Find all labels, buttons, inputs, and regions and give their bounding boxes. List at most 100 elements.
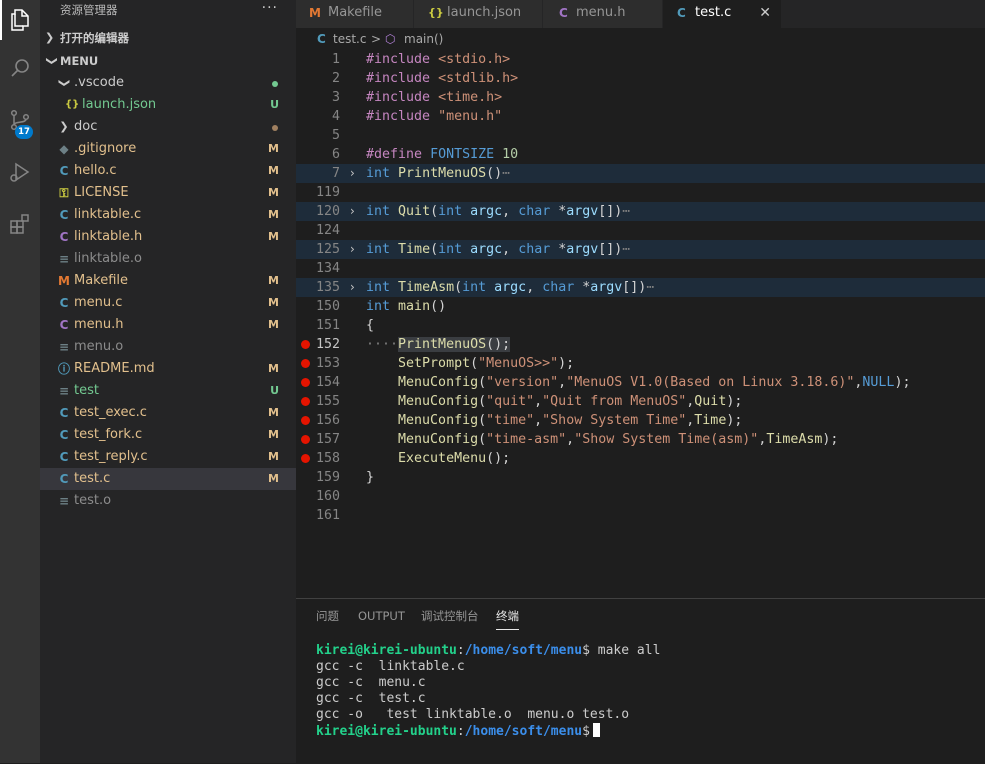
code-line: 135 › int TimeAsm(int argc, char *argv[])⋯ — [296, 278, 985, 297]
code-line: 134 — [296, 259, 985, 278]
tree-item[interactable]: ≡ test U — [40, 380, 296, 402]
git-status-badge: M — [268, 450, 279, 463]
breadcrumb-symbol[interactable]: main() — [404, 28, 443, 50]
code-line: 7 › int PrintMenuOS()⋯ — [296, 164, 985, 183]
code-line: 124 — [296, 221, 985, 240]
c-file-icon: C — [59, 208, 69, 222]
c-file-icon: C — [59, 318, 69, 332]
close-icon[interactable]: ✕ — [759, 2, 771, 24]
tree-item[interactable]: ⓘ README.md M — [40, 358, 296, 380]
tree-item[interactable]: Ctest_fork.c M — [40, 424, 296, 446]
tab-problems[interactable]: 问题 — [316, 599, 339, 633]
git-status-badge: U — [270, 98, 279, 111]
tree-item-label: Makefile — [74, 273, 129, 288]
terminal[interactable]: kirei@kirei-ubuntu:/home/soft/menu$ make… — [316, 643, 660, 739]
tab-terminal[interactable]: 终端 — [496, 599, 519, 633]
chevron-right-icon: ❯ — [59, 120, 69, 133]
code-line: 120 › int Quit(int argc, char *argv[])⋯ — [296, 202, 985, 221]
run-debug-icon[interactable] — [0, 152, 40, 192]
tree-item[interactable]: Ctest_exec.c M — [40, 402, 296, 424]
tree-item[interactable]: ❯ .vscode — [40, 72, 296, 94]
info-icon: ⓘ — [57, 362, 70, 376]
json-icon: {} — [65, 99, 80, 110]
c-file-icon: C — [59, 406, 69, 420]
code-line: 154 MenuConfig("version","MenuOS V1.0(Ba… — [296, 373, 985, 392]
code-line: 156 MenuConfig("time","Show System Time"… — [296, 411, 985, 430]
tree-item-label: linktable.h — [74, 229, 143, 244]
explorer-sidebar: 资源管理器 ··· ❯ 打开的编辑器 ❯ MENU ❯ .vscode{} laun… — [40, 0, 296, 763]
license-icon: ⚿ — [59, 186, 69, 200]
tab-output[interactable]: OUTPUT — [358, 599, 405, 633]
tree-item[interactable]: Ctest_reply.c M — [40, 446, 296, 468]
workspace-section[interactable]: ❯ MENU — [40, 50, 296, 72]
tree-item-label: test_exec.c — [74, 405, 147, 420]
tree-item[interactable]: Ctest.c M — [40, 468, 296, 490]
line-number: 119 — [315, 185, 340, 200]
open-editors-section[interactable]: ❯ 打开的编辑器 — [40, 27, 296, 49]
tree-item[interactable]: ≡ linktable.o — [40, 248, 296, 270]
tab-launch-json[interactable]: {} launch.json — [414, 0, 543, 28]
extensions-icon[interactable] — [0, 204, 40, 244]
fold-chevron-icon[interactable]: › — [350, 278, 355, 297]
tree-item-label: hello.c — [74, 163, 117, 178]
code-text: int main() — [366, 299, 447, 314]
tree-item[interactable]: ≡ menu.o — [40, 336, 296, 358]
code-line: 160 — [296, 487, 985, 506]
tree-item[interactable]: Cmenu.h M — [40, 314, 296, 336]
terminal-output-line: gcc -c linktable.c — [316, 659, 465, 674]
tree-item-label: test_fork.c — [74, 427, 143, 442]
tree-item-label: linktable.o — [74, 251, 143, 266]
terminal-prompt-line: kirei@kirei-ubuntu:/home/soft/menu$ make… — [316, 643, 661, 658]
tab-label: launch.json — [447, 5, 522, 20]
tree-item[interactable]: Cmenu.c M — [40, 292, 296, 314]
breadcrumb-separator: > — [371, 32, 382, 46]
tree-item-label: test.o — [74, 493, 112, 508]
tree-item-label: test.c — [74, 471, 111, 486]
code-line: 151 { — [296, 316, 985, 335]
tree-item[interactable]: ❯ doc — [40, 116, 296, 138]
tree-item[interactable]: {} launch.json U — [40, 94, 296, 116]
code-editor[interactable]: 1 #include <stdio.h> 2 #include <stdlib.h> 3… — [296, 50, 985, 598]
fold-chevron-icon[interactable]: › — [350, 202, 355, 221]
more-actions-icon[interactable]: ··· — [262, 0, 278, 20]
tree-item-label: .vscode — [74, 75, 124, 90]
tree-item-label: test — [74, 383, 99, 398]
fold-chevron-icon[interactable]: › — [350, 164, 355, 183]
tab-debug-console[interactable]: 调试控制台 — [421, 599, 479, 633]
line-number: 124 — [315, 223, 340, 238]
line-number: 125 — [315, 242, 340, 257]
source-control-badge: 17 — [15, 125, 33, 139]
code-text: MenuConfig("time","Show System Time",Tim… — [398, 413, 743, 428]
tree-item[interactable]: ⚿ LICENSE M — [40, 182, 296, 204]
code-line: 153 SetPrompt("MenuOS>>"); — [296, 354, 985, 373]
tree-item[interactable]: Chello.c M — [40, 160, 296, 182]
tree-item[interactable]: ◆ .gitignore M — [40, 138, 296, 160]
tree-item-label: test_reply.c — [74, 449, 148, 464]
tab-makefile[interactable]: M Makefile — [296, 0, 414, 28]
line-number: 153 — [315, 356, 340, 371]
tree-item-label: LICENSE — [74, 185, 129, 200]
code-text: int Quit(int argc, char *argv[])⋯ — [366, 204, 631, 219]
git-status-badge: M — [268, 406, 279, 419]
search-icon[interactable] — [0, 48, 40, 88]
tree-item[interactable]: ≡ test.o — [40, 490, 296, 512]
code-text: MenuConfig("version","MenuOS V1.0(Based … — [398, 375, 911, 390]
code-text: #include "menu.h" — [366, 109, 503, 124]
c-file-icon: C — [59, 428, 69, 442]
tab-menu-h[interactable]: C menu.h — [543, 0, 663, 28]
line-number: 4 — [331, 109, 340, 124]
code-text: int PrintMenuOS()⋯ — [366, 166, 511, 181]
editor-tab-bar: M Makefile {} launch.json C menu.h C tes… — [296, 0, 985, 28]
tree-item[interactable]: M Makefile M — [40, 270, 296, 292]
breadcrumb-file[interactable]: test.c — [333, 28, 366, 50]
tree-item[interactable]: Clinktable.h M — [40, 226, 296, 248]
git-status-badge: M — [268, 318, 279, 331]
explorer-icon[interactable] — [0, 0, 40, 40]
binary-file-icon: ≡ — [58, 252, 70, 266]
tree-item[interactable]: Clinktable.c M — [40, 204, 296, 226]
tab-test-c[interactable]: C test.c ✕ — [663, 0, 782, 28]
c-file-icon: C — [59, 472, 69, 486]
fold-chevron-icon[interactable]: › — [350, 240, 355, 259]
source-control-icon[interactable]: 17 — [0, 100, 40, 140]
git-status-badge: M — [268, 208, 279, 221]
